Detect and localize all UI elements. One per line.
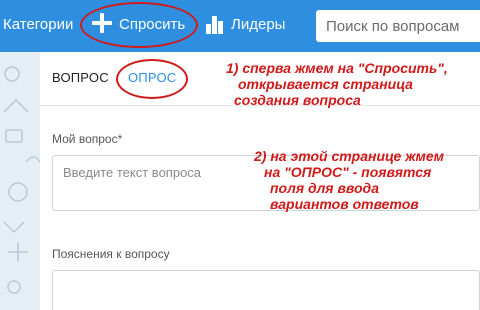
question-field-label: Мой вопрос* [52,132,123,146]
ask-question-button[interactable]: Спросить [90,9,192,41]
annotation-line: на "ОПРОС" - появятся [264,164,432,180]
annotation-note-step-2: 2) на этой странице жмем на "ОПРОС" - по… [254,148,444,212]
annotation-note-step-1: 1) сперва жмем на "Спросить", открываетс… [226,60,448,108]
doodle-pattern-icon [3,66,40,294]
annotation-line: 2) на этой странице жмем [254,148,445,164]
annotation-line: поля для ввода [270,180,379,196]
annotation-line: создания вопроса [234,92,361,108]
search-input[interactable]: Поиск по вопросам [316,10,480,42]
top-navigation-bar: Категории Спросить Лидеры Поиск по вопро… [0,0,480,52]
nav-leaders-label: Лидеры [231,16,286,33]
ask-question-label: Спросить [119,16,186,33]
question-placeholder: Введите текст вопроса [63,165,202,180]
plus-icon [90,11,114,35]
sidebar-decoration [0,52,40,310]
nav-categories-link[interactable]: Категории [3,15,73,35]
annotation-line: вариантов ответов [270,196,419,212]
bar-chart-icon [206,16,224,34]
search-placeholder: Поиск по вопросам [326,18,460,35]
annotation-line: 1) сперва жмем на "Спросить", [226,60,448,76]
explanation-textarea[interactable] [52,270,480,310]
tab-question[interactable]: ВОПРОС [52,70,109,85]
tab-poll[interactable]: ОПРОС [128,70,176,85]
annotation-line: открывается страница [238,76,413,92]
explanation-field-label: Пояснения к вопросу [52,247,170,261]
